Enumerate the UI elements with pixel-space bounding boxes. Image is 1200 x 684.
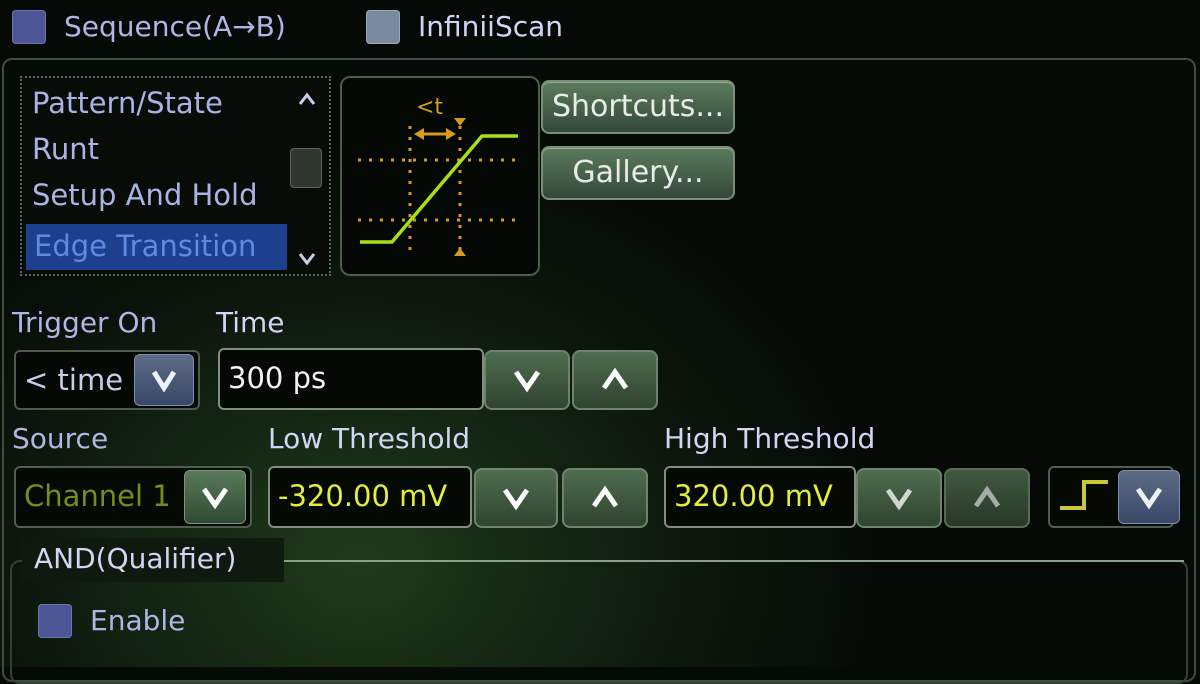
sequence-label: Sequence(A→B) xyxy=(64,10,286,43)
low-threshold-input[interactable]: -320.00 mV xyxy=(268,466,472,528)
list-item[interactable]: Runt xyxy=(32,132,99,166)
time-decrement-button[interactable] xyxy=(484,350,570,410)
rising-edge-icon xyxy=(1060,480,1108,510)
trigger-type-list[interactable]: Pattern/State Runt Setup And Hold Edge T… xyxy=(20,76,331,276)
trigger-on-value: < time xyxy=(24,363,124,397)
chevron-down-icon xyxy=(201,487,229,510)
infiniiscan-label: InfiniiScan xyxy=(418,10,564,43)
enable-label: Enable xyxy=(90,604,186,637)
time-increment-button[interactable] xyxy=(572,350,658,410)
qualifier-divider xyxy=(284,560,1184,562)
gallery-button[interactable]: Gallery... xyxy=(541,146,735,200)
scroll-down-icon[interactable] xyxy=(298,244,316,272)
chevron-down-icon xyxy=(151,370,177,392)
enable-checkbox[interactable] xyxy=(38,604,72,638)
source-label: Source xyxy=(12,422,109,455)
high-threshold-input[interactable]: 320.00 mV xyxy=(664,466,856,528)
list-item-selected[interactable]: Edge Transition xyxy=(26,224,287,270)
chevron-down-icon xyxy=(1135,487,1163,510)
chevron-down-icon xyxy=(502,488,530,511)
high-threshold-decrement-button[interactable] xyxy=(856,468,942,528)
sequence-checkbox[interactable] xyxy=(12,10,46,44)
preview-caption: <t xyxy=(416,95,443,120)
chevron-down-icon xyxy=(885,488,913,511)
scroll-thumb[interactable] xyxy=(290,148,322,188)
source-value: Channel 1 xyxy=(24,479,171,513)
shortcuts-button[interactable]: Shortcuts... xyxy=(541,80,735,134)
trigger-on-dropdown-button[interactable] xyxy=(134,354,194,406)
list-scrollbar[interactable] xyxy=(286,78,326,274)
low-threshold-increment-button[interactable] xyxy=(562,468,648,528)
trigger-preview: <t xyxy=(340,76,540,276)
trigger-on-label: Trigger On xyxy=(12,306,158,339)
high-threshold-label: High Threshold xyxy=(664,422,876,455)
time-label: Time xyxy=(216,306,285,339)
scroll-up-icon[interactable] xyxy=(298,84,316,112)
low-threshold-decrement-button[interactable] xyxy=(474,468,558,528)
infiniiscan-checkbox[interactable] xyxy=(366,10,400,44)
chevron-up-icon xyxy=(601,367,629,390)
chevron-down-icon xyxy=(513,370,541,393)
low-threshold-label: Low Threshold xyxy=(268,422,471,455)
list-item[interactable]: Setup And Hold xyxy=(32,178,258,212)
time-value: 300 ps xyxy=(228,361,327,395)
time-input[interactable]: 300 ps xyxy=(218,348,484,410)
chevron-up-icon xyxy=(591,485,619,508)
qualifier-title: AND(Qualifier) xyxy=(34,542,237,575)
slope-dropdown-button[interactable] xyxy=(1118,470,1180,524)
chevron-up-icon xyxy=(973,485,1001,508)
high-threshold-increment-button[interactable] xyxy=(944,468,1030,528)
edge-transition-waveform-icon: <t xyxy=(358,95,522,256)
high-threshold-value: 320.00 mV xyxy=(674,479,833,513)
low-threshold-value: -320.00 mV xyxy=(278,479,448,513)
source-dropdown-button[interactable] xyxy=(184,470,246,524)
list-item[interactable]: Pattern/State xyxy=(32,86,223,120)
